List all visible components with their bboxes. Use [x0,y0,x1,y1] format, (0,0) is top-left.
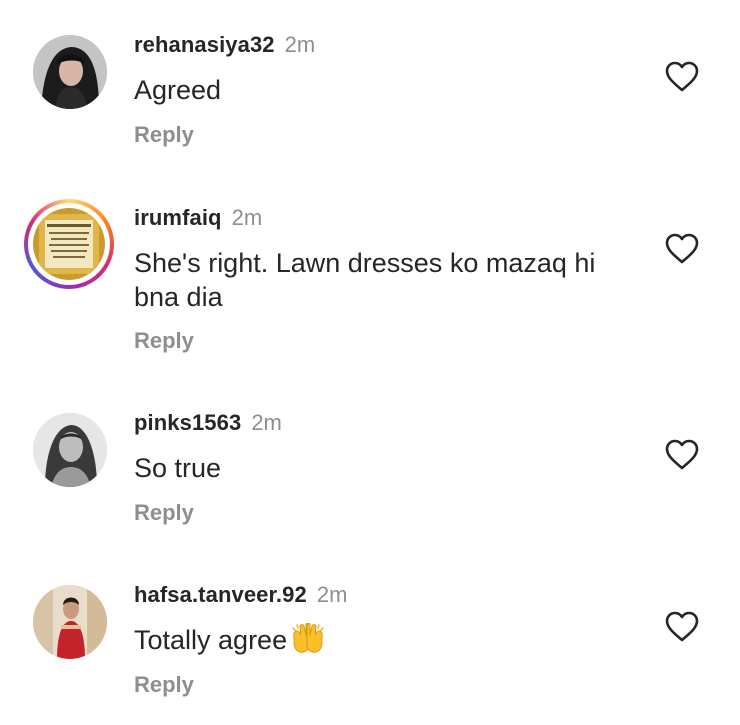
reply-button[interactable]: Reply [134,500,194,526]
timestamp: 2m [316,582,348,607]
avatar[interactable] [33,413,107,487]
heart-outline-icon [665,233,699,264]
like-button[interactable] [665,439,699,471]
reply-button[interactable]: Reply [134,672,194,698]
comment-text: Agreed [134,75,222,105]
raising-hands-emoji-icon [291,623,325,661]
user-photo-icon [33,413,107,487]
username-link[interactable]: rehanasiya32 [134,32,275,57]
avatar[interactable] [33,585,107,659]
heart-outline-icon [665,61,699,92]
user-photo-icon [33,35,107,109]
reply-button[interactable]: Reply [134,122,194,148]
username-link[interactable]: pinks1563 [134,410,241,435]
comment-meta: pinks1563 2m [134,410,282,436]
like-button[interactable] [665,61,699,93]
comment-meta: irumfaiq 2m [134,205,262,231]
comment-text-content: Totally agree [134,625,288,655]
comment-meta: rehanasiya32 2m [134,32,315,58]
timestamp: 2m [284,32,316,57]
username-link[interactable]: irumfaiq [134,205,222,230]
timestamp: 2m [231,205,263,230]
comment-text: She's right. Lawn dresses ko mazaq hi bn… [134,248,596,312]
username-link[interactable]: hafsa.tanveer.92 [134,582,307,607]
avatar[interactable] [33,35,107,109]
heart-outline-icon [665,611,699,642]
reply-button[interactable]: Reply [134,328,194,354]
comment-meta: hafsa.tanveer.92 2m [134,582,347,608]
like-button[interactable] [665,611,699,643]
comment-text: So true [134,453,222,483]
heart-outline-icon [665,439,699,470]
user-photo-icon [33,585,107,659]
like-button[interactable] [665,233,699,265]
avatar[interactable] [24,199,114,289]
framed-calligraphy-icon [33,208,105,280]
timestamp: 2m [251,410,282,435]
comment-text: Totally agree [134,623,644,661]
